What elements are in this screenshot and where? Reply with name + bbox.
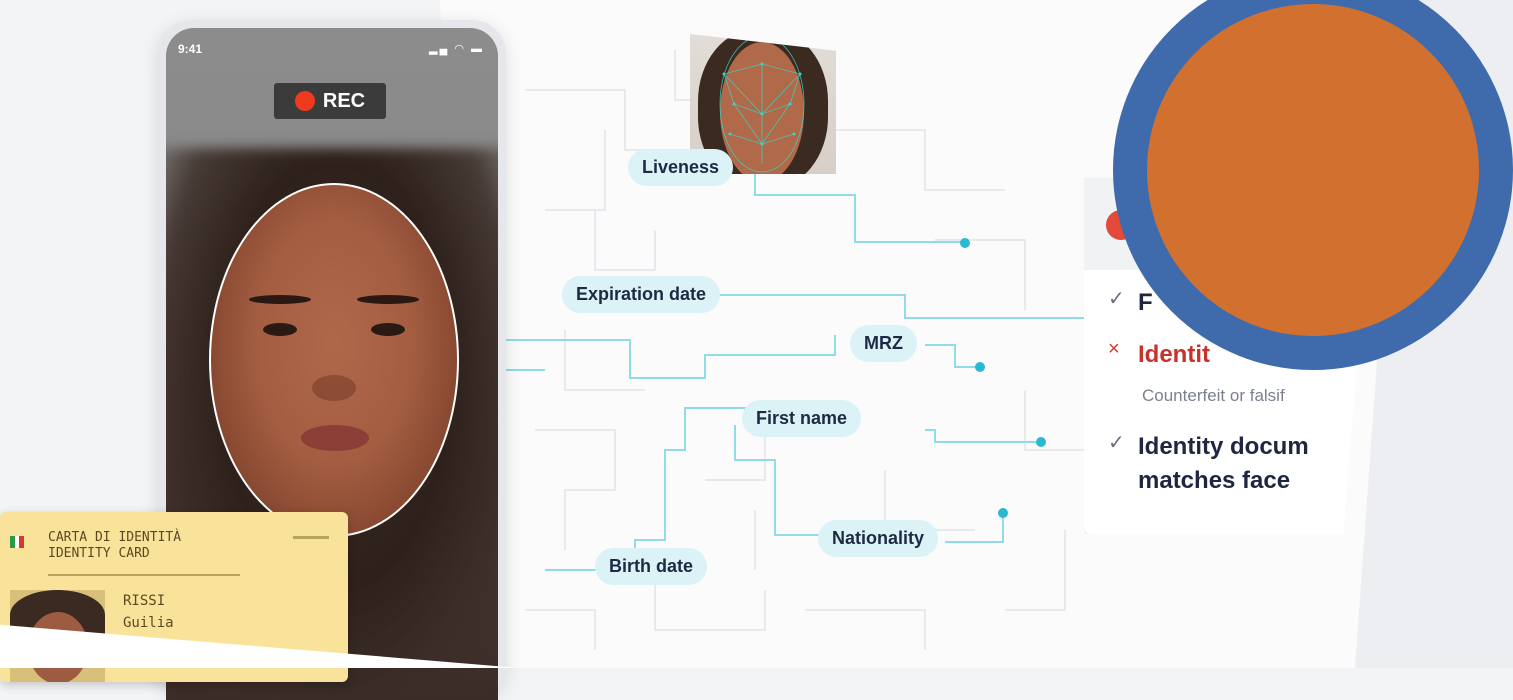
pill-expiration-date: Expiration date	[562, 276, 721, 313]
rec-label: REC	[322, 89, 366, 112]
result-3-label: Identity docum matches face	[1138, 430, 1309, 498]
result-2-sub: Counterfeit or falsif	[1142, 386, 1285, 405]
pill-mrz: MRZ	[850, 325, 917, 362]
result-2-label: Identit	[1138, 341, 1210, 368]
italy-flag-icon	[10, 536, 25, 548]
left-brow	[249, 295, 311, 304]
face-guide-oval	[209, 183, 459, 537]
card-divider	[48, 574, 240, 576]
right-eye	[371, 323, 405, 336]
result-3-line1: Identity docum	[1138, 433, 1309, 460]
result-3-line2: matches face	[1138, 467, 1291, 494]
check-icon: ✓	[1108, 432, 1125, 454]
result-row-3: ✓ Identity docum matches face	[1108, 430, 1309, 498]
card-dash	[293, 536, 329, 539]
pill-nationality: Nationality	[818, 520, 939, 557]
result-1-label: F	[1138, 289, 1153, 316]
left-eye	[263, 323, 297, 336]
lips	[301, 425, 369, 451]
right-brow	[357, 295, 419, 304]
card-name: RISSI Guilia	[123, 590, 174, 634]
result-row-2: × Identit	[1108, 338, 1210, 372]
cross-icon: ×	[1108, 338, 1120, 360]
pill-liveness: Liveness	[628, 149, 734, 186]
result-row-1: ✓ F	[1108, 286, 1153, 320]
card-title: CARTA DI IDENTITÀ IDENTITY CARD	[48, 530, 181, 562]
pill-birth-date: Birth date	[595, 548, 708, 585]
check-icon: ✓	[1108, 288, 1125, 310]
status-time: 9:41	[178, 42, 203, 56]
nose	[312, 375, 356, 401]
card-title-english: IDENTITY CARD	[48, 546, 150, 561]
card-surname: RISSI	[123, 593, 166, 609]
pill-first-name: First name	[742, 400, 862, 437]
status-icons: ▂▄ ◠ ▬	[429, 43, 484, 55]
rec-dot-icon	[294, 91, 315, 111]
card-given-name: Guilia	[123, 615, 174, 631]
card-title-italian: CARTA DI IDENTITÀ	[48, 530, 182, 545]
rec-indicator: REC	[274, 83, 386, 119]
